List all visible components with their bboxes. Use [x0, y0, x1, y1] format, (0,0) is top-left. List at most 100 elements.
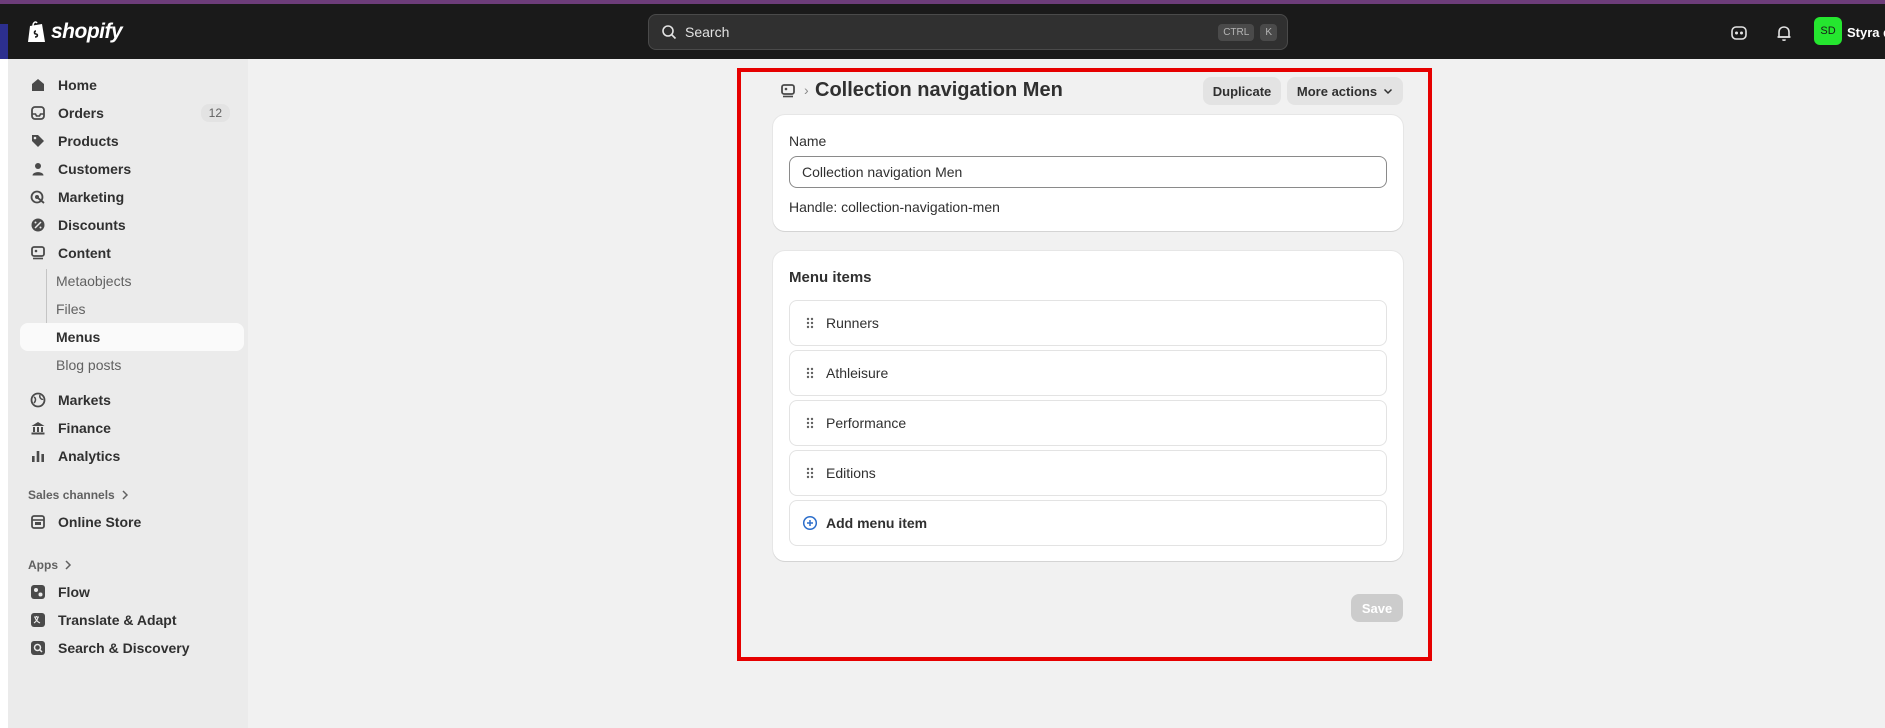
sidebar-item-label: Products: [58, 133, 119, 149]
sidebar-item-analytics[interactable]: Analytics: [20, 442, 236, 470]
sales-channels-heading[interactable]: Sales channels: [28, 488, 129, 502]
chevron-right-icon: [65, 560, 72, 570]
sidebar-subitem-menus[interactable]: Menus: [20, 323, 244, 351]
chevron-right-icon: [122, 490, 128, 500]
sidebar-item-label: Finance: [58, 420, 111, 436]
sidebar-item-label: Translate & Adapt: [58, 612, 177, 628]
shortcut-key-k: K: [1260, 23, 1277, 41]
sidebar-subitem-label: Metaobjects: [56, 273, 132, 289]
content-icon[interactable]: [780, 83, 796, 99]
chevron-down-icon: [1384, 88, 1393, 95]
sidebar-item-label: Discounts: [58, 217, 126, 233]
handle-text: Handle: collection-navigation-men: [789, 199, 1000, 215]
plus-circle-icon: [802, 515, 818, 531]
menu-item-athleisure[interactable]: Athleisure: [789, 350, 1387, 396]
sidebar-item-markets[interactable]: Markets: [20, 386, 236, 414]
sidebar-item-customers[interactable]: Customers: [20, 155, 236, 183]
sidebar: Home Orders 12 Products Customers Market…: [8, 59, 248, 728]
drag-handle-icon[interactable]: [804, 316, 816, 330]
search-placeholder: Search: [685, 24, 730, 40]
add-menu-item-button[interactable]: Add menu item: [789, 500, 1387, 546]
sidebar-item-orders[interactable]: Orders 12: [20, 99, 236, 127]
menu-items-title: Menu items: [789, 269, 872, 286]
globe-icon: [30, 392, 46, 408]
name-input[interactable]: [789, 156, 1387, 188]
tag-icon: [32, 135, 44, 147]
sidebar-item-search-discovery[interactable]: Search & Discovery: [20, 634, 236, 662]
left-edge-strip: [0, 24, 8, 59]
sidebar-item-finance[interactable]: Finance: [20, 414, 236, 442]
discount-icon: [31, 218, 45, 232]
sidebar-item-label: Flow: [58, 584, 90, 600]
duplicate-button[interactable]: Duplicate: [1203, 77, 1281, 105]
sidebar-subitem-blog-posts[interactable]: Blog posts: [20, 351, 244, 379]
sidebar-item-flow[interactable]: Flow: [20, 578, 236, 606]
sidebar-item-home[interactable]: Home: [20, 71, 236, 99]
home-icon: [32, 79, 44, 91]
menu-item-runners[interactable]: Runners: [789, 300, 1387, 346]
apps-heading[interactable]: Apps: [28, 558, 72, 572]
bank-icon: [31, 422, 45, 435]
apps-label: Apps: [28, 558, 58, 572]
shopify-logo[interactable]: shopify: [27, 18, 123, 46]
menu-items-card: Menu items Runners Athleisure Performanc…: [773, 251, 1403, 561]
sales-channels-label: Sales channels: [28, 488, 115, 502]
sidebar-item-label: Analytics: [58, 448, 121, 464]
shortcut-key-ctrl: CTRL: [1218, 23, 1255, 41]
page-title: Collection navigation Men: [815, 79, 1063, 101]
sidebar-item-discounts[interactable]: Discounts: [20, 211, 236, 239]
top-bar: shopify Search CTRL K SD Styra d: [0, 4, 1885, 59]
breadcrumb-separator: ›: [804, 82, 809, 98]
sidebar-item-label: Content: [58, 245, 111, 261]
more-actions-button[interactable]: More actions: [1287, 77, 1403, 105]
page-header: › Collection navigation Men Duplicate Mo…: [780, 77, 1404, 107]
bell-icon[interactable]: [1774, 23, 1794, 43]
sidebar-subitem-metaobjects[interactable]: Metaobjects: [20, 267, 244, 295]
sidekick-icon[interactable]: [1729, 23, 1749, 43]
menu-item-label: Runners: [826, 315, 879, 331]
sidebar-item-label: Customers: [58, 161, 132, 177]
logo-text: shopify: [51, 20, 123, 43]
menu-item-label: Performance: [826, 415, 907, 431]
left-edge-white: [0, 59, 8, 728]
sidebar-subitem-label: Files: [56, 301, 86, 317]
sidebar-subitem-files[interactable]: Files: [20, 295, 244, 323]
name-label: Name: [789, 133, 827, 149]
person-icon: [32, 163, 44, 176]
menu-item-label: Editions: [826, 465, 876, 481]
store-icon: [31, 515, 45, 529]
orders-count-badge: 12: [200, 104, 230, 122]
chart-icon: [32, 451, 44, 462]
avatar[interactable]: SD: [1814, 17, 1842, 45]
sidebar-subitem-label: Blog posts: [56, 357, 122, 373]
sidebar-item-label: Search & Discovery: [58, 640, 190, 656]
sidebar-subitem-label: Menus: [56, 329, 101, 345]
save-button[interactable]: Save: [1351, 594, 1403, 622]
menu-item-label: Athleisure: [826, 365, 889, 381]
drag-handle-icon[interactable]: [804, 366, 816, 380]
sidebar-item-online-store[interactable]: Online Store: [20, 508, 236, 536]
menu-item-performance[interactable]: Performance: [789, 400, 1387, 446]
menu-item-editions[interactable]: Editions: [789, 450, 1387, 496]
drag-handle-icon[interactable]: [804, 416, 816, 430]
inbox-icon: [31, 106, 45, 120]
shopify-bag-icon: [28, 21, 45, 42]
search-bar[interactable]: Search CTRL K: [648, 14, 1288, 50]
target-icon: [30, 190, 45, 204]
translate-icon: [31, 613, 45, 627]
store-name[interactable]: Styra d: [1847, 25, 1885, 40]
sidebar-item-label: Orders: [58, 105, 104, 121]
sidebar-item-label: Home: [58, 77, 97, 93]
sidebar-item-label: Marketing: [58, 189, 125, 205]
search-discovery-icon: [31, 641, 45, 655]
sidebar-item-label: Markets: [58, 392, 111, 408]
drag-handle-icon[interactable]: [804, 466, 816, 480]
more-actions-label: More actions: [1296, 83, 1378, 99]
sidebar-item-marketing[interactable]: Marketing: [20, 183, 236, 211]
content-icon: [31, 246, 45, 260]
sidebar-item-label: Online Store: [58, 514, 142, 530]
sidebar-item-content[interactable]: Content: [20, 239, 236, 267]
add-menu-item-label: Add menu item: [826, 515, 928, 531]
sidebar-item-products[interactable]: Products: [20, 127, 236, 155]
sidebar-item-translate-adapt[interactable]: Translate & Adapt: [20, 606, 236, 634]
